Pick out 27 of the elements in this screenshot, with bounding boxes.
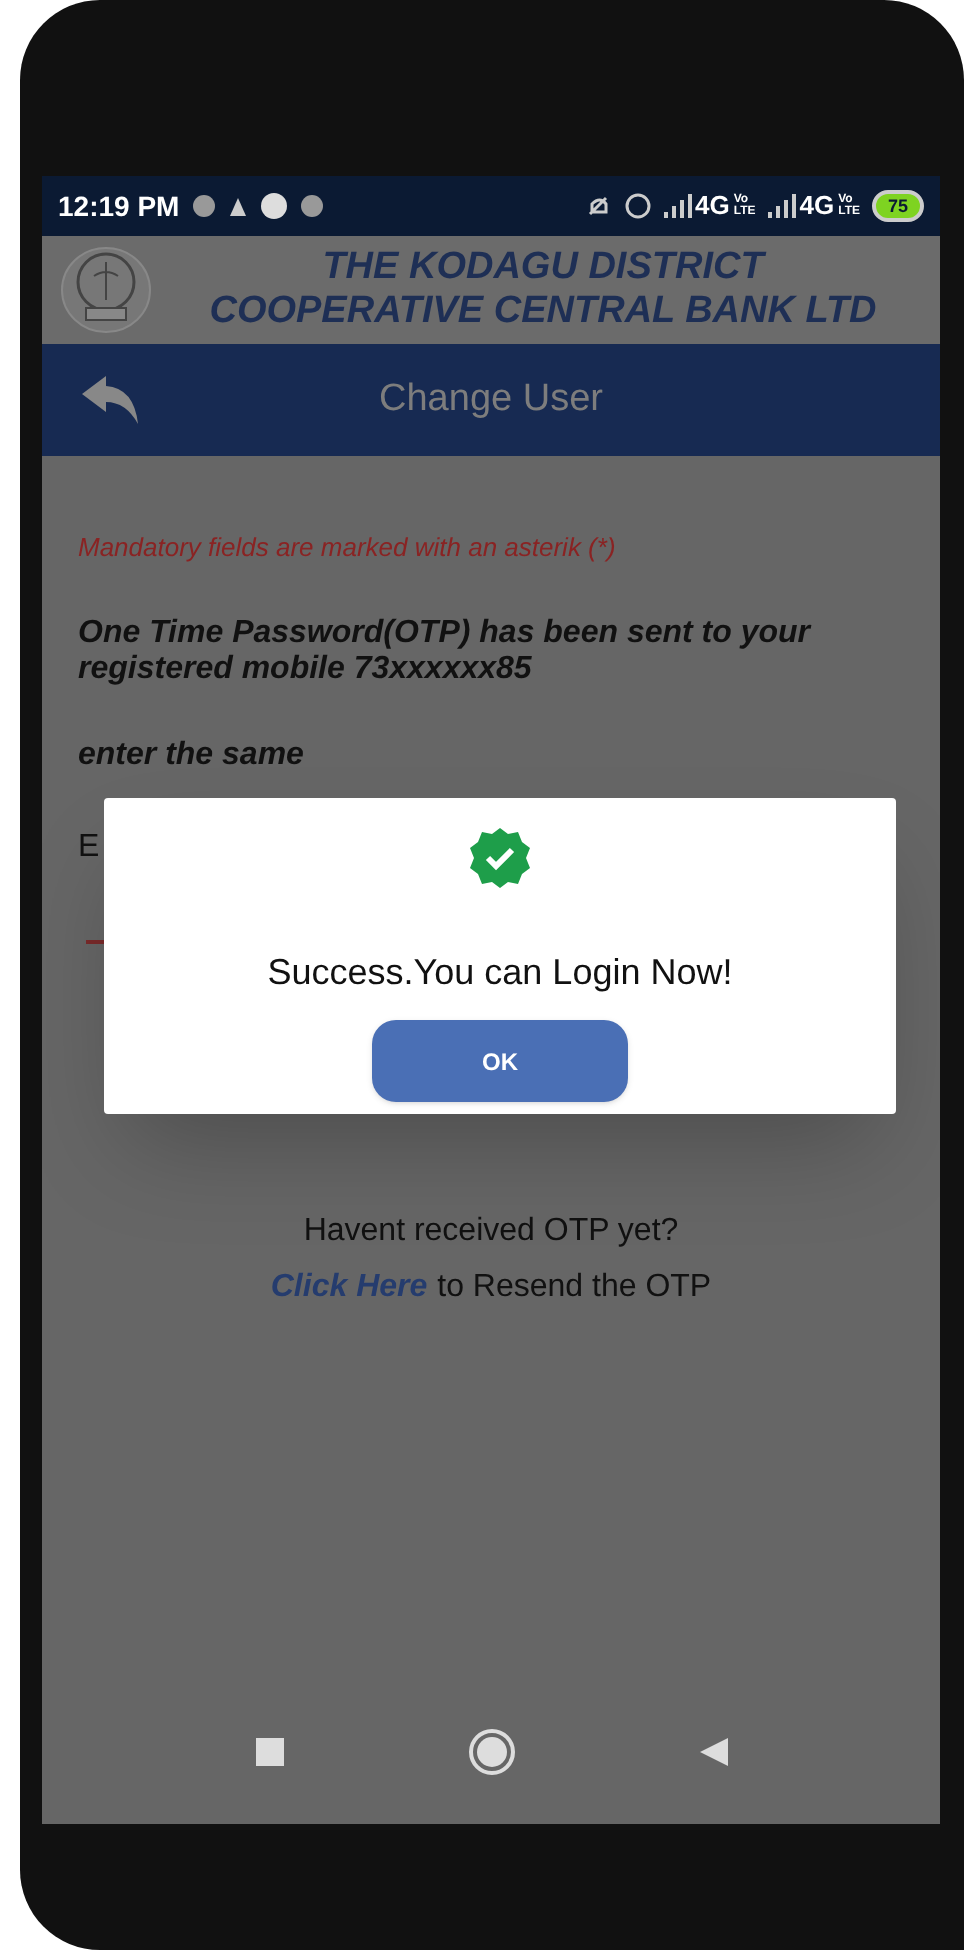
muted-bell-icon — [583, 192, 612, 220]
instruction-text: enter the same — [78, 735, 306, 775]
network-type: 4G — [799, 188, 835, 225]
dot-icon — [191, 194, 216, 218]
resend-question: Havent received OTP yet? — [301, 1211, 681, 1251]
dialog-message: Success.You can Login Now! — [267, 950, 733, 996]
otp-message: One Time Password(OTP) has been sent to your registered mobile 73xxxxxx85 — [78, 615, 814, 687]
bank-logo-icon — [58, 244, 154, 336]
home-icon[interactable] — [467, 1728, 515, 1776]
mandatory-note: Mandatory fields are marked with an asterik (*) — [78, 530, 618, 566]
resend-text: to Resend the OTP — [437, 1267, 712, 1307]
battery-indicator: 75 — [871, 190, 924, 222]
verified-check-icon — [466, 826, 534, 890]
screen-title: Change User — [377, 375, 605, 424]
bank-name: COOPERATIVE CENTRAL BANK LTD — [209, 290, 877, 334]
network-type: 4G — [695, 188, 730, 225]
signal-icon — [767, 194, 796, 218]
ok-button[interactable]: OK — [372, 1020, 628, 1102]
back-arrow-icon[interactable] — [78, 374, 142, 426]
bank-name: THE KODAGU DISTRICT — [322, 246, 764, 290]
recents-icon[interactable] — [253, 1736, 285, 1768]
back-icon[interactable] — [697, 1736, 729, 1768]
dot-icon — [299, 194, 324, 218]
signal-icon — [663, 194, 692, 218]
field-label: E — [78, 827, 100, 867]
chat-bubble-icon — [259, 192, 288, 220]
status-time: 12:19 PM — [58, 187, 180, 225]
